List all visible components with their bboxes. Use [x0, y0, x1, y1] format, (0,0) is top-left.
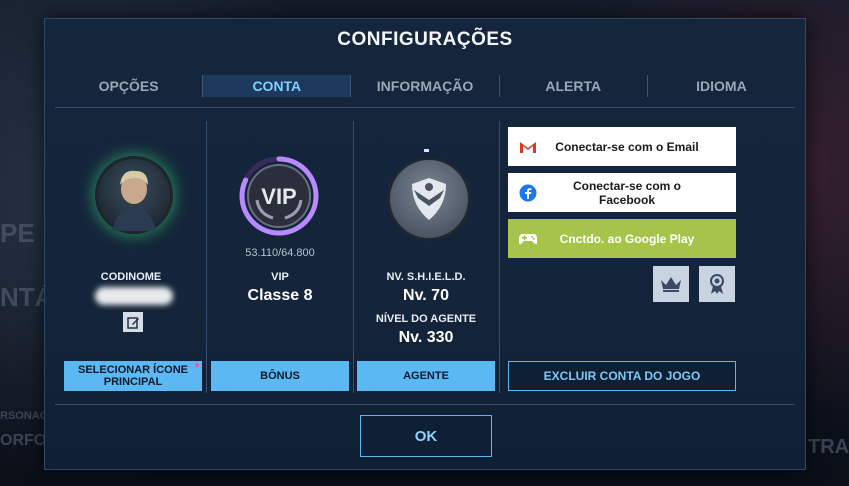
- tab-language[interactable]: IDIOMA: [646, 75, 795, 97]
- shield-emblem: [387, 157, 471, 241]
- tab-bar: OPÇÕES CONTA INFORMAÇÃO ALERTA IDIOMA: [55, 75, 795, 97]
- divider: [55, 404, 795, 405]
- shield-level-value: Nv. 70: [403, 287, 449, 304]
- background-text: TRAR: [808, 436, 849, 458]
- edit-codename-button[interactable]: [123, 312, 143, 332]
- google-play-button[interactable]: Cnctdo. ao Google Play: [508, 219, 736, 258]
- google-play-label: Cnctdo. ao Google Play: [559, 231, 695, 246]
- award-ribbon-icon: [710, 274, 724, 294]
- bonus-button[interactable]: BÔNUS: [211, 361, 349, 391]
- agent-level-label: NÍVEL DO AGENTE: [375, 313, 477, 325]
- gamepad-icon: [519, 233, 537, 244]
- agent-button[interactable]: AGENTE: [357, 361, 495, 391]
- background-text: ORFO: [0, 432, 47, 449]
- hero-portrait-icon: [112, 170, 156, 231]
- tab-alert[interactable]: ALERTA: [498, 75, 647, 97]
- eagle-icon: [412, 178, 446, 220]
- background-text: PE: [0, 218, 35, 248]
- tab-information[interactable]: INFORMAÇÃO: [350, 75, 498, 97]
- vip-badge[interactable]: VIP: [239, 156, 319, 236]
- vip-level: Classe 8: [247, 287, 313, 304]
- email-connect-button[interactable]: Conectar-se com o Email: [508, 127, 736, 166]
- crown-icon: [661, 277, 681, 292]
- shield-level-label: NV. S.H.I.E.L.D.: [386, 271, 466, 283]
- settings-dialog: CONFIGURAÇÕES OPÇÕES CONTA INFORMAÇÃO AL…: [44, 18, 806, 470]
- facebook-connect-button[interactable]: Conectar-se com o Facebook: [508, 173, 736, 212]
- delete-account-button[interactable]: EXCLUIR CONTA DO JOGO: [508, 361, 736, 391]
- email-connect-label: Conectar-se com o Email: [555, 139, 699, 154]
- tab-account[interactable]: CONTA: [202, 75, 351, 97]
- avatar[interactable]: [95, 156, 173, 234]
- codename-label: CODINOME: [100, 271, 162, 283]
- facebook-icon: [519, 184, 537, 201]
- agent-level-value: Nv. 330: [398, 329, 454, 346]
- ok-button[interactable]: OK: [360, 415, 492, 457]
- indicator-dot: [424, 149, 429, 152]
- crown-button[interactable]: [653, 266, 689, 302]
- vip-progress: 53.110/64.800: [245, 247, 315, 259]
- svg-text:VIP: VIP: [261, 184, 296, 209]
- divider: [55, 107, 795, 108]
- dialog-title: CONFIGURAÇÕES: [337, 29, 513, 50]
- edit-icon: [126, 316, 139, 329]
- vip-label: VIP: [271, 271, 289, 283]
- vip-laurel-icon: VIP: [239, 156, 319, 236]
- divider: [499, 121, 500, 393]
- codename-value-obscured: [95, 287, 173, 305]
- divider: [353, 121, 354, 393]
- tab-options[interactable]: OPÇÕES: [55, 75, 202, 97]
- gmail-icon: [520, 141, 536, 153]
- notification-dot: [195, 363, 199, 367]
- facebook-connect-label: Conectar-se com o Facebook: [572, 178, 682, 207]
- award-button[interactable]: [699, 266, 735, 302]
- select-main-icon-button[interactable]: SELECIONAR ÍCONE PRINCIPAL: [64, 361, 202, 391]
